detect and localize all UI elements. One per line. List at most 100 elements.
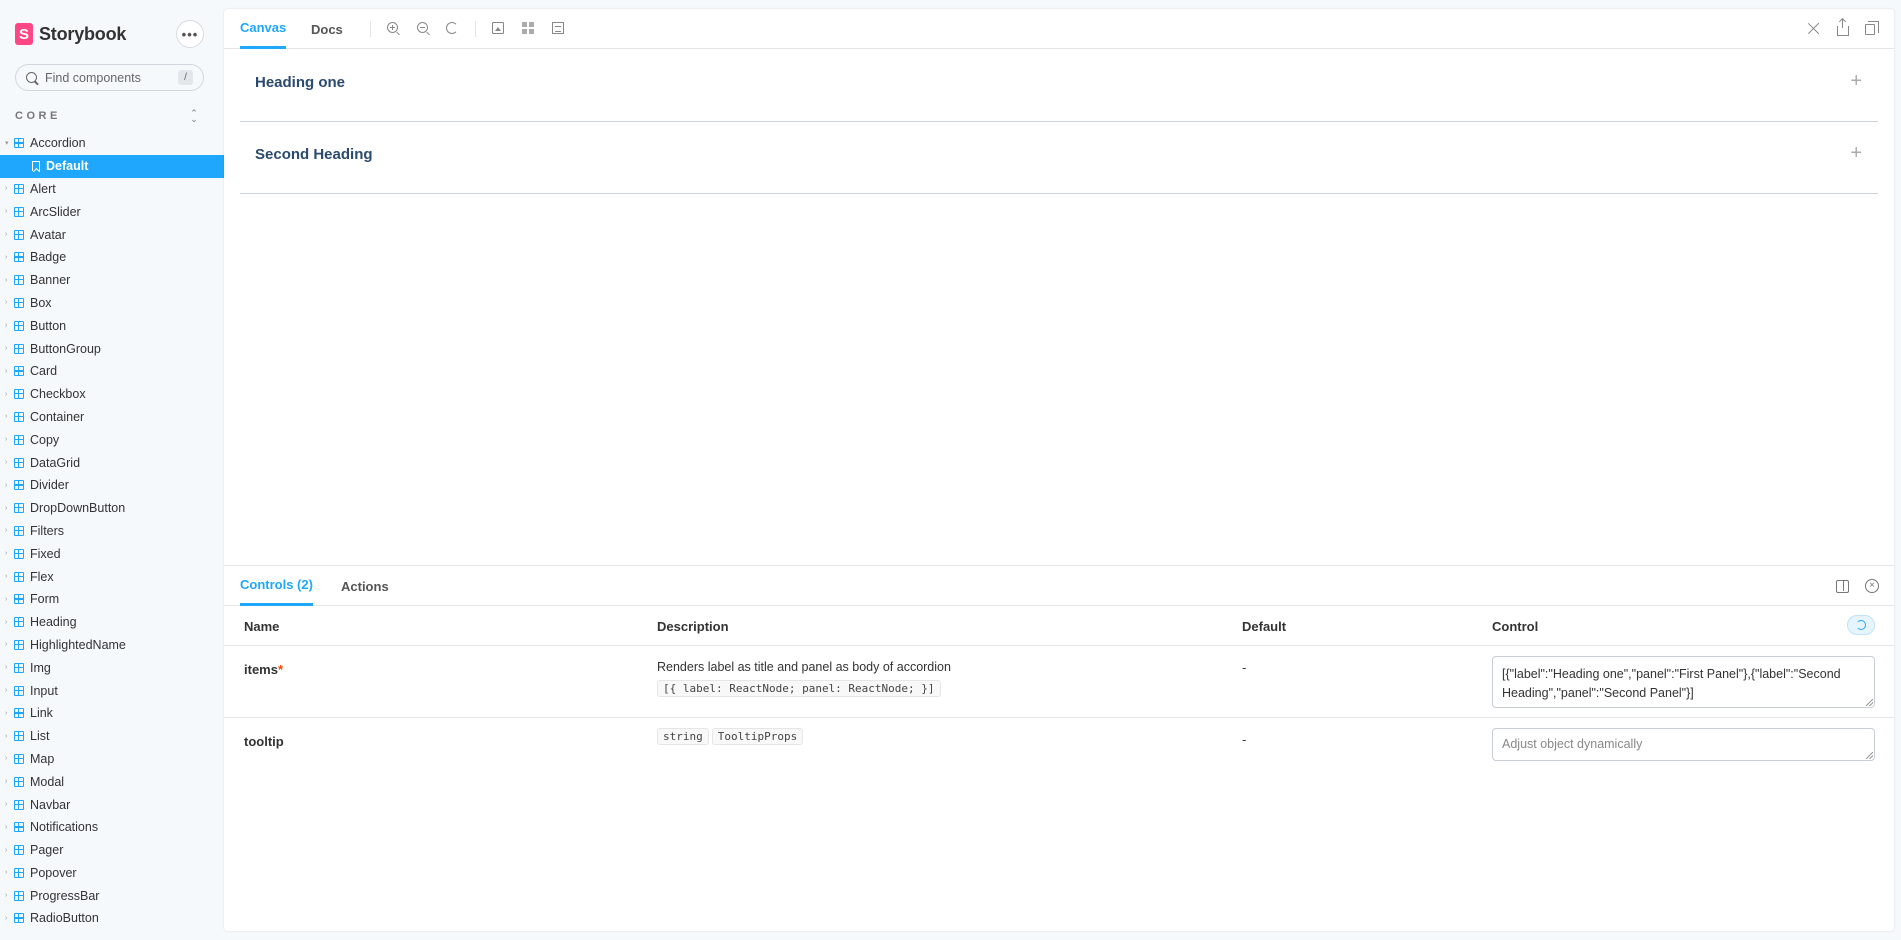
component-icon — [14, 571, 24, 582]
sidebar-item-datagrid[interactable]: › DataGrid — [0, 451, 224, 474]
column-control: Control — [1492, 619, 1539, 634]
sidebar-item-popover[interactable]: › Popover — [0, 862, 224, 885]
search-input[interactable] — [45, 70, 175, 85]
sidebar-item-list[interactable]: › List — [0, 725, 224, 748]
component-icon — [14, 639, 24, 650]
sidebar-item-flex[interactable]: › Flex — [0, 565, 224, 588]
sidebar-item-label: DropDownButton — [30, 501, 126, 516]
sidebar-item-progressbar[interactable]: › ProgressBar — [0, 884, 224, 907]
sidebar-item-label: Button — [30, 318, 67, 333]
sidebar-item-label: Card — [30, 364, 58, 379]
fullscreen-icon[interactable] — [1807, 22, 1820, 35]
sidebar-item-label: Badge — [30, 250, 67, 265]
chevron-right-icon: › — [5, 276, 8, 284]
chevron-right-icon: › — [5, 869, 8, 877]
storybook-logo-icon: S — [15, 23, 33, 45]
sidebar-story-label: Default — [46, 159, 89, 174]
sidebar-item-map[interactable]: › Map — [0, 748, 224, 771]
panel-orientation-icon[interactable] — [1836, 580, 1849, 593]
zoom-in-icon[interactable] — [387, 22, 398, 33]
sidebar-item-accordion[interactable]: ▾ Accordion — [0, 132, 224, 155]
sidebar-item-img[interactable]: › Img — [0, 656, 224, 679]
sidebar-item-copy[interactable]: › Copy — [0, 428, 224, 451]
accordion-heading: Second Heading — [255, 146, 373, 163]
addons-panel: Controls (2) Actions × Name Description … — [224, 565, 1894, 931]
component-icon — [14, 662, 24, 673]
resize-handle[interactable] — [1866, 752, 1873, 759]
sidebar-item-heading[interactable]: › Heading — [0, 611, 224, 634]
open-new-tab-icon[interactable] — [1837, 19, 1849, 36]
background-icon[interactable] — [492, 22, 504, 34]
chevron-right-icon: › — [5, 892, 8, 900]
collapse-all-icon[interactable]: ⌃ ⌄ — [189, 109, 199, 124]
sidebar-item-checkbox[interactable]: › Checkbox — [0, 383, 224, 406]
sidebar-item-label: Img — [30, 660, 51, 675]
copy-link-icon[interactable] — [1865, 21, 1879, 35]
sidebar-item-label: Avatar — [30, 227, 66, 242]
plus-icon[interactable]: + — [1850, 142, 1862, 165]
items-control-textarea[interactable]: [{"label":"Heading one","panel":"First P… — [1492, 656, 1875, 708]
chevron-right-icon: › — [5, 573, 8, 581]
tooltip-control-textarea[interactable]: Adjust object dynamically — [1492, 728, 1875, 761]
sidebar-item-label: Alert — [30, 181, 56, 196]
sidebar-item-label: Pager — [30, 843, 64, 858]
more-options-button[interactable]: ••• — [176, 20, 204, 48]
sidebar-item-badge[interactable]: › Badge — [0, 246, 224, 269]
sidebar-item-avatar[interactable]: › Avatar — [0, 223, 224, 246]
sidebar-item-alert[interactable]: › Alert — [0, 178, 224, 201]
sidebar-item-pager[interactable]: › Pager — [0, 839, 224, 862]
sidebar-item-input[interactable]: › Input — [0, 679, 224, 702]
reset-controls-button[interactable] — [1847, 615, 1875, 635]
accordion-item[interactable]: Second Heading + — [240, 122, 1878, 194]
sidebar-item-filters[interactable]: › Filters — [0, 520, 224, 543]
component-icon — [14, 845, 24, 856]
chevron-down-icon: ▾ — [5, 140, 9, 148]
search-box[interactable]: / — [15, 64, 204, 91]
sidebar-item-card[interactable]: › Card — [0, 360, 224, 383]
sidebar-item-fixed[interactable]: › Fixed — [0, 542, 224, 565]
brand-title: Storybook — [39, 23, 127, 44]
tab-canvas[interactable]: Canvas — [240, 9, 287, 49]
zoom-reset-icon[interactable] — [446, 22, 458, 34]
sidebar-item-form[interactable]: › Form — [0, 588, 224, 611]
sidebar-item-label: Link — [30, 706, 53, 721]
sidebar-item-label: Flex — [30, 569, 54, 584]
sidebar-item-box[interactable]: › Box — [0, 292, 224, 315]
refresh-icon — [1856, 620, 1866, 630]
sidebar-item-highlightedname[interactable]: › HighlightedName — [0, 634, 224, 657]
close-icon[interactable]: × — [1865, 579, 1879, 593]
sidebar-story-default[interactable]: Default — [0, 154, 224, 178]
chevron-right-icon: › — [5, 641, 8, 649]
sidebar-item-container[interactable]: › Container — [0, 406, 224, 429]
sidebar-item-button[interactable]: › Button — [0, 314, 224, 337]
brand[interactable]: S Storybook — [15, 20, 126, 48]
resize-handle[interactable] — [1866, 699, 1873, 706]
sidebar-item-label: DataGrid — [30, 455, 81, 470]
sidebar-item-modal[interactable]: › Modal — [0, 770, 224, 793]
zoom-out-icon[interactable] — [417, 22, 428, 33]
sidebar-item-notifications[interactable]: › Notifications — [0, 816, 224, 839]
component-icon — [14, 753, 24, 764]
chevron-right-icon: › — [5, 823, 8, 831]
sidebar-item-label: Checkbox — [30, 387, 86, 402]
component-icon — [14, 594, 24, 605]
sidebar-item-buttongroup[interactable]: › ButtonGroup — [0, 337, 224, 360]
sidebar-item-divider[interactable]: › Divider — [0, 474, 224, 497]
grid-icon[interactable] — [522, 22, 534, 34]
tab-docs[interactable]: Docs — [311, 9, 343, 49]
outline-icon[interactable] — [552, 22, 564, 34]
sidebar-item-dropdownbutton[interactable]: › DropDownButton — [0, 497, 224, 520]
sidebar-item-navbar[interactable]: › Navbar — [0, 793, 224, 816]
sidebar-item-banner[interactable]: › Banner — [0, 269, 224, 292]
plus-icon[interactable]: + — [1850, 70, 1862, 93]
sidebar-item-arcslider[interactable]: › ArcSlider — [0, 200, 224, 223]
tab-controls[interactable]: Controls (2) — [240, 566, 313, 606]
accordion-item[interactable]: Heading one + — [240, 50, 1878, 122]
sidebar-item-link[interactable]: › Link — [0, 702, 224, 725]
sidebar-item-label: ArcSlider — [30, 204, 81, 219]
sidebar-item-radiobutton[interactable]: › RadioButton — [0, 907, 224, 930]
chevron-right-icon: › — [5, 595, 8, 603]
chevron-right-icon: › — [5, 322, 8, 330]
controls-table-header: Name Description Default Control — [224, 606, 1894, 646]
tab-actions[interactable]: Actions — [341, 566, 389, 606]
